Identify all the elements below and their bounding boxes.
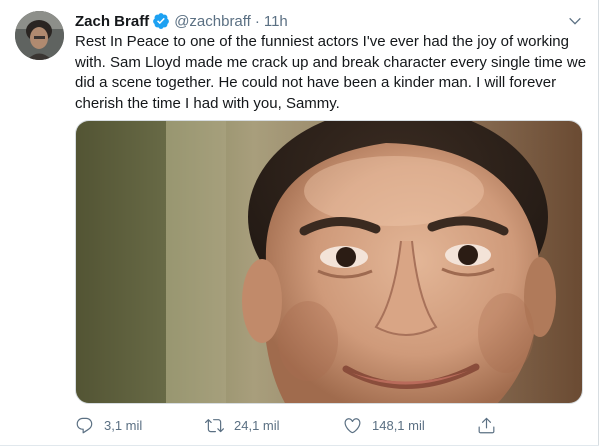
like-count: 148,1 mil [372, 417, 425, 433]
tweet-actions: 3,1 mil 24,1 mil 148,1 mil [75, 412, 515, 438]
reply-button[interactable]: 3,1 mil [75, 412, 142, 438]
retweet-icon [205, 418, 224, 432]
separator-dot: · [254, 12, 260, 30]
portrait-image [76, 121, 582, 403]
avatar-image [15, 11, 64, 60]
retweet-button[interactable]: 24,1 mil [205, 412, 280, 438]
author-handle[interactable]: @zachbraff [174, 13, 251, 30]
reply-icon [76, 417, 93, 433]
author-name[interactable]: Zach Braff [75, 13, 149, 30]
share-icon [478, 417, 495, 433]
tweet[interactable]: Zach Braff @zachbraff · 11h Rest In Peac… [0, 0, 599, 446]
chevron-down-icon[interactable] [567, 13, 583, 29]
share-button[interactable] [477, 412, 496, 438]
retweet-count: 24,1 mil [234, 417, 280, 433]
heart-icon [344, 417, 361, 433]
tweet-timestamp[interactable]: 11h [264, 13, 288, 30]
reply-count: 3,1 mil [104, 417, 143, 433]
avatar[interactable] [15, 11, 64, 60]
tweet-header: Zach Braff @zachbraff · 11h [75, 11, 288, 31]
verified-badge-icon [152, 12, 170, 30]
like-button[interactable]: 148,1 mil [343, 412, 425, 438]
tweet-photo[interactable] [75, 120, 583, 404]
tweet-text: Rest In Peace to one of the funniest act… [75, 33, 587, 112]
